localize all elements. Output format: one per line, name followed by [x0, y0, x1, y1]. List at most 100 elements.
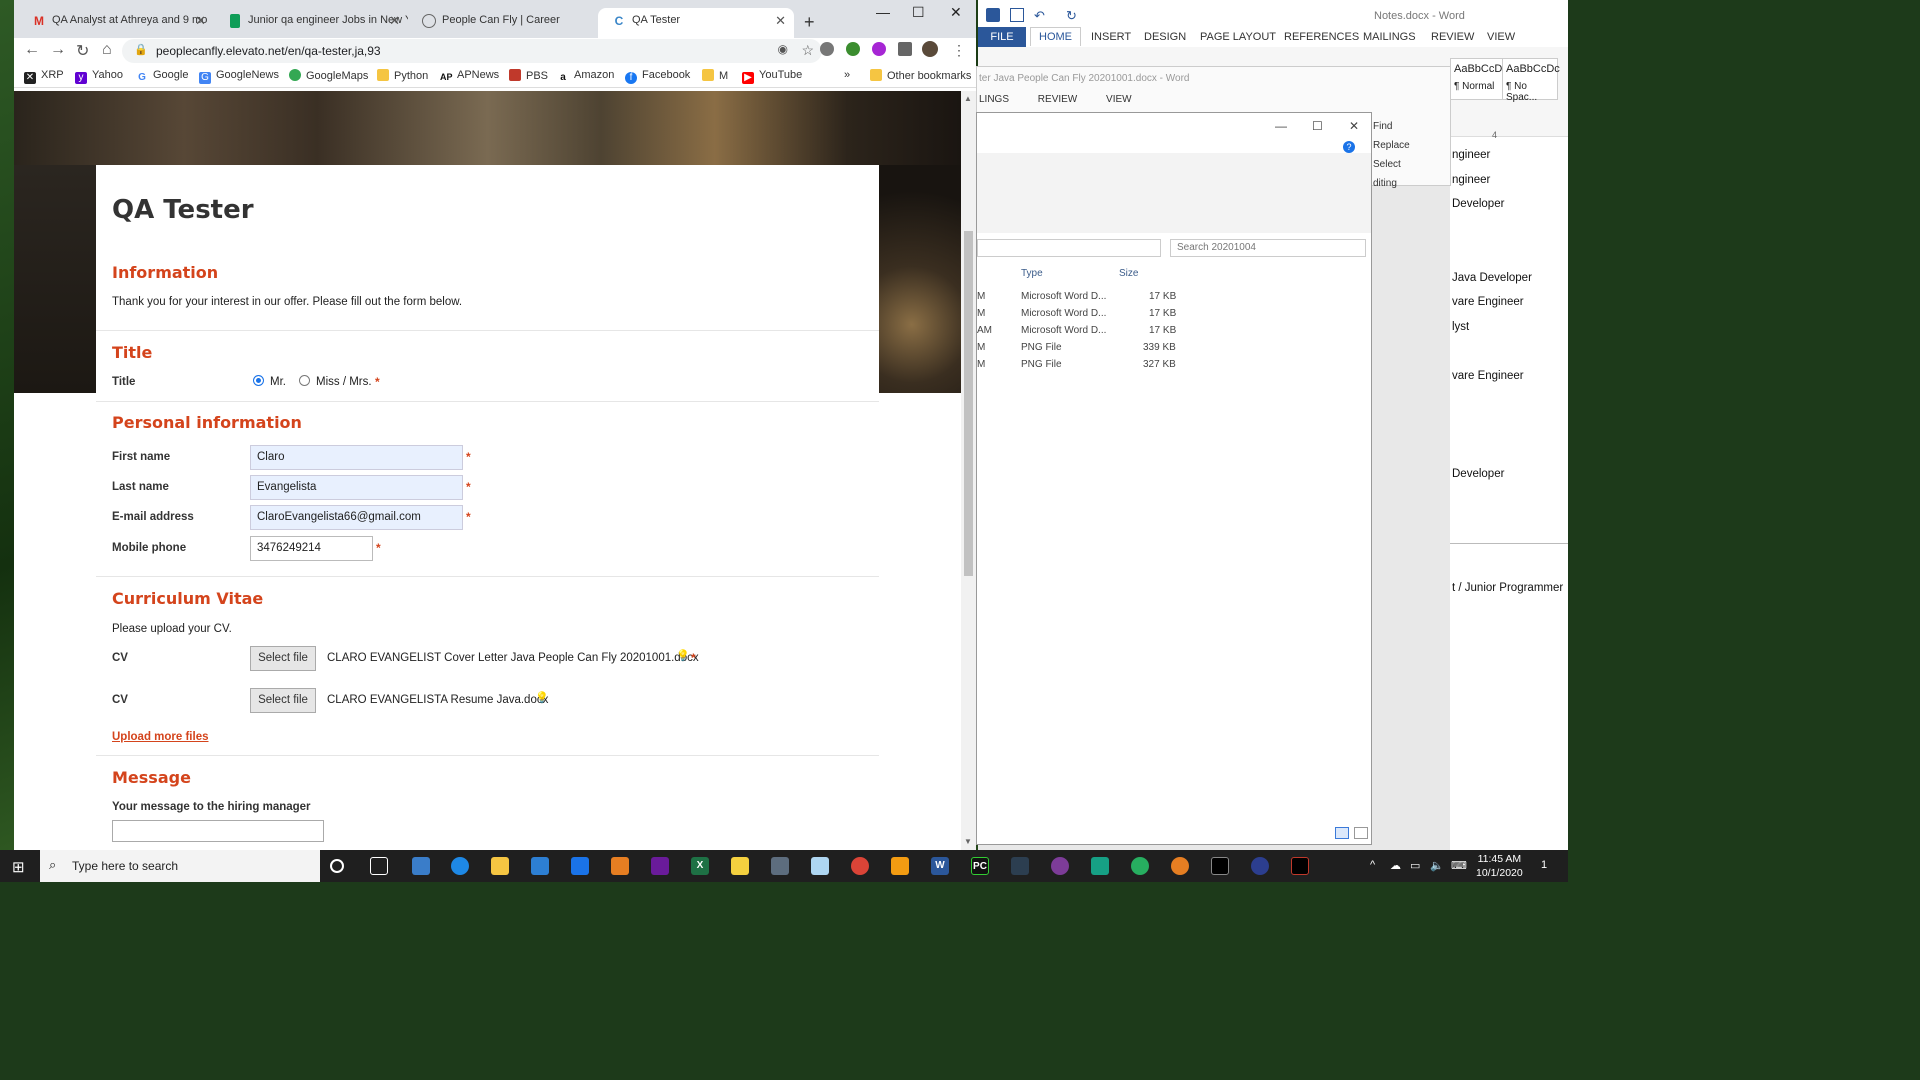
word-tab-file[interactable]: FILE — [978, 27, 1026, 47]
task-view-icon[interactable] — [370, 857, 388, 875]
mobile-phone-field[interactable]: 3476249214 — [250, 536, 373, 561]
tray-chevron-icon[interactable]: ^ — [1370, 859, 1375, 871]
column-size[interactable]: Size — [1119, 268, 1138, 279]
mail-icon[interactable] — [571, 857, 589, 875]
style-no-spacing[interactable]: AaBbCcDc ¶ No Spac... — [1502, 58, 1560, 103]
find-button[interactable]: Find — [1373, 117, 1410, 136]
lightbulb-icon[interactable]: 💡 — [676, 649, 690, 662]
save-icon[interactable] — [1010, 8, 1024, 22]
word-tab-mailings[interactable]: MAILINGS — [1363, 31, 1416, 43]
app-icon[interactable] — [771, 857, 789, 875]
app-icon[interactable] — [412, 857, 430, 875]
close-icon[interactable]: ✕ — [1349, 119, 1359, 133]
media-icon[interactable] — [611, 857, 629, 875]
bookmark-amazon[interactable]: a Amazon — [557, 69, 614, 84]
file-row[interactable]: AM Microsoft Word D... 17 KB — [977, 323, 1371, 340]
bookmark-star-icon[interactable]: ☆ — [801, 42, 814, 59]
chrome-icon[interactable] — [851, 857, 869, 875]
volume-icon[interactable]: 🔈 — [1430, 859, 1444, 872]
windows-start-icon[interactable]: ⊞ — [12, 858, 25, 876]
select-file-button[interactable]: Select file — [250, 688, 316, 713]
keyboard-icon[interactable]: ⌨ — [1451, 859, 1467, 872]
select-file-button[interactable]: Select file — [250, 646, 316, 671]
home-icon[interactable]: ⌂ — [102, 41, 112, 59]
word-tab-review[interactable]: REVIEW — [1431, 31, 1474, 43]
bookmark-googlemaps[interactable]: GoogleMaps — [289, 69, 368, 82]
upload-more-files-link[interactable]: Upload more files — [112, 731, 209, 743]
jupyter-icon[interactable] — [1171, 857, 1189, 875]
radio-miss-mrs[interactable] — [299, 375, 310, 386]
view-toggle[interactable] — [1335, 827, 1369, 841]
tab-jobs[interactable]: Junior qa engineer Jobs in New Y ✕ — [214, 8, 408, 38]
word2-tab-view[interactable]: VIEW — [1106, 94, 1132, 105]
word2-tab-review[interactable]: REVIEW — [1038, 94, 1077, 105]
extension-icon[interactable] — [820, 42, 834, 56]
file-explorer-icon[interactable] — [491, 857, 509, 875]
minimize-icon[interactable]: — — [1275, 119, 1287, 133]
address-bar[interactable]: 🔒 peoplecanfly.elevato.net/en/qa-tester,… — [122, 39, 822, 63]
notification-count[interactable]: 1 — [1541, 859, 1547, 871]
file-row[interactable]: M PNG File 327 KB — [977, 357, 1371, 374]
close-icon[interactable]: ✕ — [950, 4, 962, 21]
radio-mr-label[interactable]: Mr. — [270, 376, 286, 388]
extension-icon[interactable] — [872, 42, 886, 56]
forward-icon[interactable]: → — [50, 41, 66, 59]
app-icon[interactable] — [1011, 857, 1029, 875]
bookmark-yahoo[interactable]: y Yahoo — [75, 69, 123, 84]
bookmark-xrp[interactable]: ✕ XRP — [24, 69, 64, 84]
word-tab-references[interactable]: REFERENCES — [1284, 31, 1359, 43]
bookmark-python[interactable]: Python — [377, 69, 428, 82]
bookmarks-overflow-icon[interactable]: » — [844, 69, 850, 81]
cortana-icon[interactable] — [330, 859, 344, 873]
cloud-icon[interactable]: ☁ — [1390, 859, 1401, 872]
app-icon[interactable] — [651, 857, 669, 875]
tracking-blocked-icon[interactable]: ◉ — [778, 42, 788, 56]
page-scrollbar[interactable]: ▲ ▼ — [961, 91, 976, 850]
replace-button[interactable]: Replace — [1373, 136, 1410, 155]
bookmark-google[interactable]: G Google — [136, 69, 188, 84]
word-page[interactable]: 4 ngineer ngineer Developer Java Develop… — [1450, 130, 1568, 850]
new-tab-icon[interactable]: + — [804, 12, 815, 33]
avatar[interactable] — [922, 41, 938, 57]
file-row[interactable]: M Microsoft Word D... 17 KB — [977, 306, 1371, 323]
reload-icon[interactable]: ↻ — [76, 41, 89, 61]
maximize-icon[interactable]: ☐ — [1312, 119, 1323, 133]
last-name-field[interactable]: Evangelista — [250, 475, 463, 500]
style-normal[interactable]: AaBbCcDc ¶ Normal — [1450, 58, 1508, 100]
word-tab-view[interactable]: VIEW — [1487, 31, 1515, 43]
store-icon[interactable] — [531, 857, 549, 875]
word-tab-insert[interactable]: INSERT — [1091, 31, 1131, 43]
sticky-notes-icon[interactable] — [731, 857, 749, 875]
tab-gmail[interactable]: M QA Analyst at Athreya and 9 mo ✕ — [18, 8, 214, 38]
maximize-icon[interactable]: ☐ — [912, 4, 925, 21]
first-name-field[interactable]: Claro — [250, 445, 463, 470]
file-row[interactable]: M Microsoft Word D... 17 KB — [977, 289, 1371, 306]
select-button[interactable]: Select — [1373, 155, 1410, 174]
other-bookmarks[interactable]: Other bookmarks — [870, 69, 971, 82]
scrollbar-thumb[interactable] — [964, 231, 973, 576]
bookmark-youtube[interactable]: ▶ YouTube — [742, 69, 802, 84]
word-tab-home[interactable]: HOME — [1030, 27, 1081, 46]
eclipse-icon[interactable] — [1251, 857, 1269, 875]
network-icon[interactable]: ▭ — [1410, 859, 1420, 872]
git-icon[interactable] — [1091, 857, 1109, 875]
radio-mr[interactable] — [253, 375, 264, 386]
taskbar-clock[interactable]: 11:45 AM 10/1/2020 — [1476, 852, 1523, 880]
menu-icon[interactable]: ⋮ — [952, 42, 966, 59]
edge-icon[interactable] — [451, 857, 469, 875]
details-view-icon[interactable] — [1335, 827, 1349, 839]
excel-icon[interactable]: X — [691, 857, 709, 875]
pycharm-icon[interactable]: PC — [971, 857, 989, 875]
file-row[interactable]: M PNG File 339 KB — [977, 340, 1371, 357]
bookmark-m[interactable]: M — [702, 69, 728, 82]
intellij-icon[interactable] — [1291, 857, 1309, 875]
radio-miss-mrs-label[interactable]: Miss / Mrs. — [316, 376, 372, 388]
tiles-view-icon[interactable] — [1354, 827, 1369, 839]
lock-icon[interactable]: 🔒 — [134, 43, 148, 56]
lightbulb-icon[interactable]: 💡 — [535, 691, 549, 704]
taskbar-search[interactable]: ⌕ Type here to search — [40, 850, 320, 882]
word-tab-page-layout[interactable]: PAGE LAYOUT — [1200, 31, 1276, 43]
scroll-up-icon[interactable]: ▲ — [964, 94, 972, 103]
word2-tab-mailings[interactable]: LINGS — [979, 94, 1009, 105]
word-icon[interactable]: W — [931, 857, 949, 875]
